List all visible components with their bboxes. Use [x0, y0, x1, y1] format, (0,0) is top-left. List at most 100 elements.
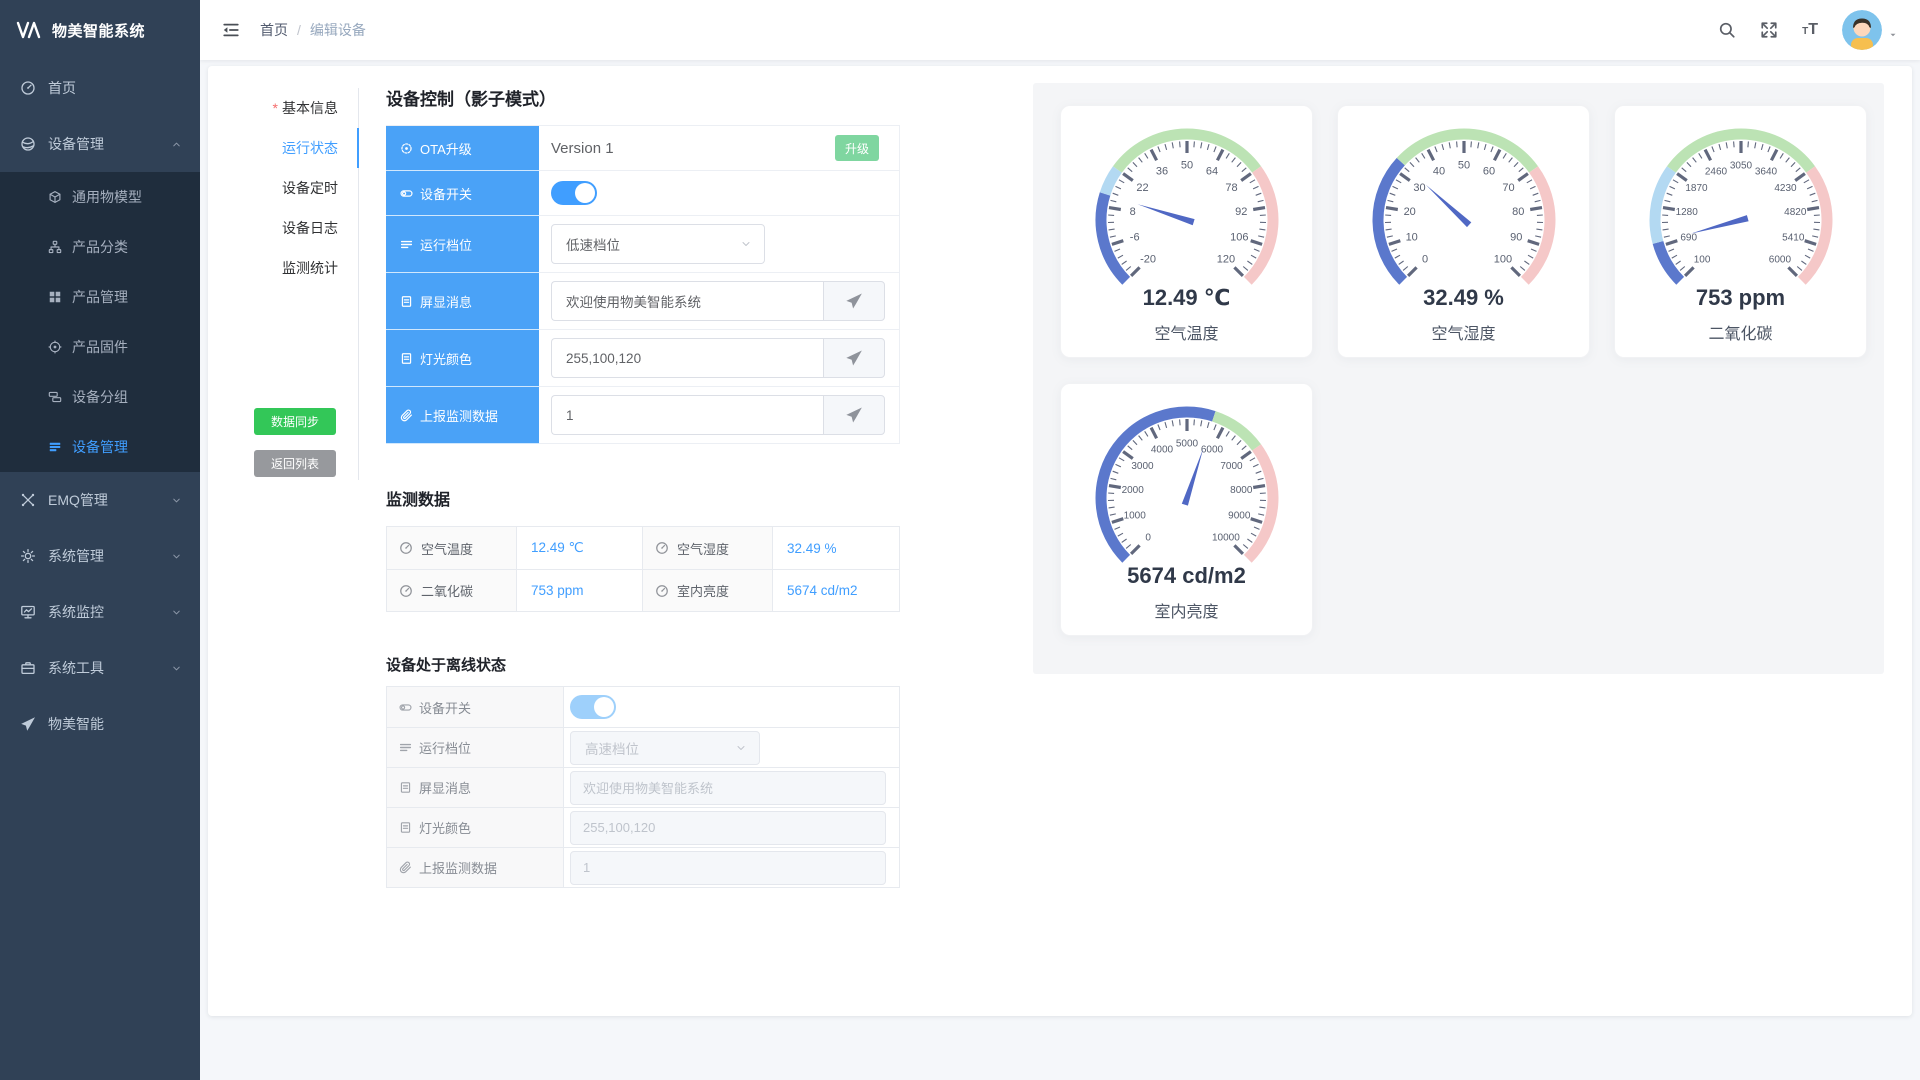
tab-label: 设备定时: [282, 180, 338, 196]
text-input[interactable]: 1: [551, 395, 823, 435]
data-sync-button[interactable]: 数据同步: [254, 408, 336, 435]
dashboard-icon: [20, 80, 36, 96]
offline-row-label: 上报监测数据: [387, 848, 564, 887]
chevron-up-icon: [171, 139, 182, 150]
chevron-down-icon: [171, 495, 182, 506]
svg-text:-20: -20: [1140, 253, 1156, 265]
control-row-4: 灯光颜色255,100,120: [386, 330, 899, 387]
offline-row-value: [564, 687, 899, 727]
grid-icon: [48, 290, 62, 304]
chevron-down-icon: [740, 238, 752, 250]
breadcrumb: 首页 / 编辑设备: [260, 20, 366, 40]
sidebar-item-4[interactable]: 系统监控: [0, 584, 200, 640]
document-icon: [399, 821, 412, 834]
control-row-value: Version 1升级: [539, 126, 899, 171]
monitor-label: 空气温度: [387, 527, 517, 569]
search-icon[interactable]: [1718, 21, 1736, 39]
monitor-label-text: 空气湿度: [677, 539, 729, 558]
sidebar-fold-icon[interactable]: [222, 21, 240, 39]
svg-text:2000: 2000: [1121, 485, 1144, 496]
sidebar-item-1[interactable]: 设备管理: [0, 116, 200, 172]
monitor-label: 空气湿度: [643, 527, 773, 569]
tab-设备定时[interactable]: 设备定时: [208, 168, 358, 208]
avatar[interactable]: [1842, 10, 1882, 50]
sidebar-subitem-1-4[interactable]: 设备分组: [0, 372, 200, 422]
tab-监测统计[interactable]: 监测统计: [208, 248, 358, 288]
control-row-value: 255,100,120: [539, 330, 899, 387]
breadcrumb-current: 编辑设备: [310, 20, 366, 40]
sidebar-item-0[interactable]: 首页: [0, 60, 200, 116]
monitor-row-0: 空气温度12.49 ℃空气湿度32.49 %: [387, 527, 899, 569]
breadcrumb-home[interactable]: 首页: [260, 20, 288, 40]
back-to-list-button[interactable]: 返回列表: [254, 450, 336, 477]
control-row-label: 上报监测数据: [386, 387, 539, 444]
toolbox-icon: [20, 660, 36, 676]
document-icon: [399, 781, 412, 794]
control-table: OTA升级Version 1升级设备开关运行档位低速档位屏显消息欢迎使用物美智能…: [386, 125, 900, 444]
tree-icon: [48, 240, 62, 254]
svg-text:4230: 4230: [1774, 183, 1797, 194]
device-switch-toggle[interactable]: [551, 181, 597, 205]
tab-label: 监测统计: [282, 260, 338, 276]
upgrade-button[interactable]: 升级: [835, 135, 879, 161]
offline-row-value: 255,100,120: [564, 808, 899, 847]
gauge-icon: [399, 541, 413, 555]
tab-运行状态[interactable]: 运行状态: [208, 128, 358, 168]
user-menu[interactable]: [1842, 10, 1898, 50]
tab-基本信息[interactable]: *基本信息: [208, 88, 358, 128]
cube-icon: [48, 190, 62, 204]
sidebar-item-6[interactable]: 物美智能: [0, 696, 200, 752]
select-value: 高速档位: [585, 738, 639, 758]
app-title: 物美智能系统: [52, 20, 145, 41]
svg-text:1000: 1000: [1123, 511, 1146, 522]
sidebar-menu: 首页设备管理通用物模型产品分类产品管理产品固件设备分组设备管理EMQ管理系统管理…: [0, 60, 200, 752]
control-row-value: 1: [539, 387, 899, 444]
control-label-text: 设备开关: [420, 184, 472, 203]
svg-text:0: 0: [1422, 253, 1428, 265]
control-label-text: 屏显消息: [420, 292, 472, 311]
logo-icon: [16, 21, 42, 39]
text-input[interactable]: 欢迎使用物美智能系统: [551, 281, 823, 321]
send-button[interactable]: [823, 338, 885, 378]
input-value: 欢迎使用物美智能系统: [566, 291, 701, 311]
sidebar-subitem-1-5[interactable]: 设备管理: [0, 422, 200, 472]
gauge-label: 空气温度: [1154, 320, 1218, 344]
gauge-value: 32.49 %: [1423, 285, 1504, 311]
font-size-icon[interactable]: TT: [1802, 21, 1818, 39]
svg-text:100: 100: [1693, 254, 1710, 265]
send-button[interactable]: [823, 281, 885, 321]
text-input[interactable]: 255,100,120: [551, 338, 823, 378]
control-row-5: 上报监测数据 1: [386, 387, 899, 444]
sidebar-subitem-label: 设备分组: [72, 387, 128, 407]
tab-设备日志[interactable]: 设备日志: [208, 208, 358, 248]
svg-text:70: 70: [1502, 182, 1514, 194]
sidebar-subitem-1-2[interactable]: 产品管理: [0, 272, 200, 322]
offline-row-label: 屏显消息: [387, 768, 564, 807]
monitor-row-1: 二氧化碳753 ppm室内亮度5674 cd/m2: [387, 569, 899, 611]
svg-text:7000: 7000: [1220, 461, 1243, 472]
offline-label-text: 屏显消息: [419, 778, 471, 797]
run-mode-select[interactable]: 低速档位: [551, 224, 765, 264]
sidebar-subitem-1-1[interactable]: 产品分类: [0, 222, 200, 272]
svg-text:50: 50: [1180, 160, 1192, 172]
sidebar-subitem-1-0[interactable]: 通用物模型: [0, 172, 200, 222]
control-row-label: 屏显消息: [386, 273, 539, 330]
monitor-value-text: 5674 cd/m2: [787, 583, 858, 598]
sidebar-subitem-label: 设备管理: [72, 437, 128, 457]
logo[interactable]: 物美智能系统: [0, 0, 200, 60]
sidebar-item-5[interactable]: 系统工具: [0, 640, 200, 696]
sidebar: 物美智能系统 首页设备管理通用物模型产品分类产品管理产品固件设备分组设备管理EM…: [0, 0, 200, 1080]
sidebar-item-3[interactable]: 系统管理: [0, 528, 200, 584]
tab-label: 运行状态: [282, 140, 338, 156]
chevron-down-icon: [171, 551, 182, 562]
offline-table: 设备开关运行档位高速档位屏显消息欢迎使用物美智能系统灯光颜色255,100,12…: [386, 686, 900, 888]
offline-row-4: 上报监测数据1: [387, 847, 899, 887]
sidebar-item-2[interactable]: EMQ管理: [0, 472, 200, 528]
sidebar-subitem-1-3[interactable]: 产品固件: [0, 322, 200, 372]
fullscreen-icon[interactable]: [1760, 21, 1778, 39]
svg-text:2460: 2460: [1704, 167, 1727, 178]
input-group: 1: [551, 395, 885, 435]
send-button[interactable]: [823, 395, 885, 435]
svg-text:6000: 6000: [1768, 254, 1791, 265]
gauge-value: 5674 cd/m2: [1127, 563, 1246, 589]
